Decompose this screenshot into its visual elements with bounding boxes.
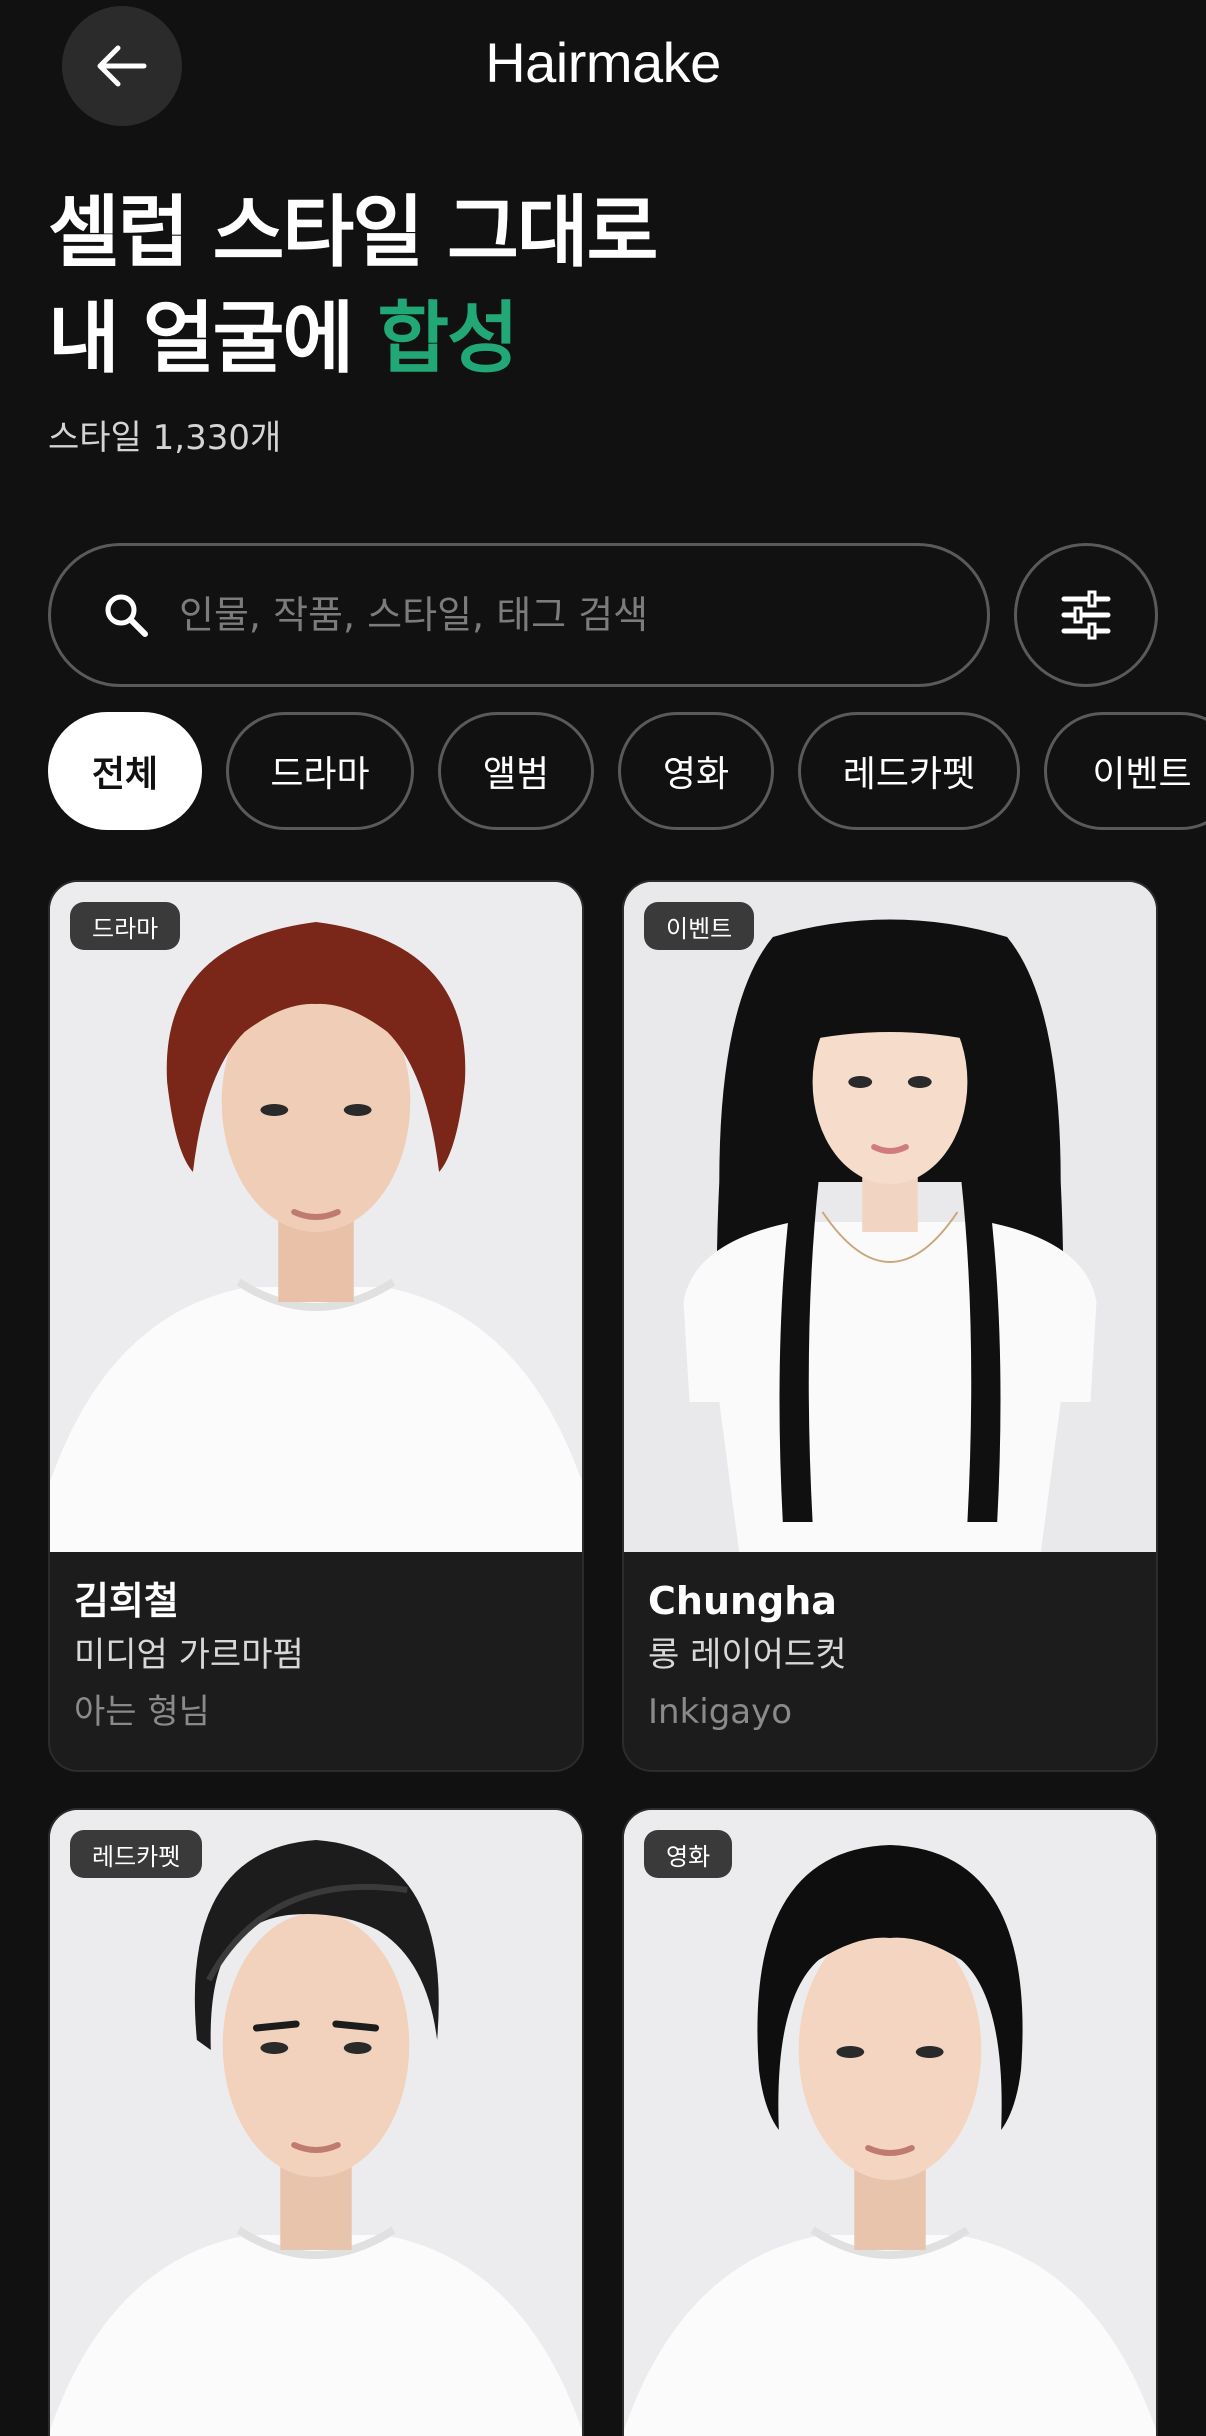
celebrity-name: 김희철: [74, 1579, 179, 1623]
tab-red-carpet[interactable]: 레드카펫: [798, 712, 1020, 830]
celebrity-photo: 영화: [624, 1810, 1156, 2436]
source-name: Inkigayo: [648, 1692, 793, 1732]
app-header: Hairmake: [0, 0, 1206, 132]
page-title: 셀럽 스타일 그대로 내 얼굴에 합성: [48, 180, 658, 392]
category-badge: 이벤트: [644, 902, 755, 950]
category-badge: 레드카펫: [70, 1830, 203, 1878]
celebrity-photo: 드라마: [50, 882, 582, 1552]
style-card[interactable]: 레드카펫: [48, 1808, 584, 2436]
sliders-icon: [1061, 590, 1111, 640]
card-info: 김희철 미디엄 가르마펌 아는 형님: [50, 1552, 582, 1770]
style-count: 스타일 1,330개: [48, 418, 282, 458]
app-logo: Hairmake: [485, 31, 721, 94]
category-badge: 영화: [644, 1830, 733, 1878]
celebrity-photo: 이벤트: [624, 882, 1156, 1552]
style-name: 미디엄 가르마펌: [74, 1635, 304, 1675]
source-name: 아는 형님: [74, 1692, 210, 1732]
filter-button[interactable]: [1014, 543, 1158, 687]
tab-all[interactable]: 전체: [48, 712, 202, 830]
tab-movie[interactable]: 영화: [618, 712, 774, 830]
title-line-2: 내 얼굴에 합성: [48, 286, 656, 392]
category-badge: 드라마: [70, 902, 181, 950]
style-name: 롱 레이어드컷: [648, 1635, 847, 1675]
style-card[interactable]: 이벤트 Chungha 롱 레이어드컷 Inkigayo: [622, 880, 1158, 1772]
title-accent: 합성: [377, 294, 519, 384]
title-line-1: 셀럽 스타일 그대로: [48, 188, 658, 278]
title-line-2-text: 내 얼굴에: [48, 294, 378, 384]
category-tabs: 전체 드라마 앨범 영화 레드카펫 이벤트: [48, 712, 1206, 830]
style-card[interactable]: 영화: [622, 1808, 1158, 2436]
style-card[interactable]: 드라마 김희철 미디엄 가르마펌 아는 형님: [48, 880, 584, 1772]
search-input[interactable]: [179, 593, 939, 637]
celebrity-photo: 레드카펫: [50, 1810, 582, 2436]
tab-event[interactable]: 이벤트: [1044, 712, 1206, 830]
tab-album[interactable]: 앨범: [438, 712, 594, 830]
search-icon: [105, 594, 148, 637]
card-info: Chungha 롱 레이어드컷 Inkigayo: [624, 1552, 1156, 1770]
search-bar[interactable]: [48, 543, 990, 687]
celebrity-name: Chungha: [648, 1579, 837, 1623]
tab-drama[interactable]: 드라마: [226, 712, 414, 830]
